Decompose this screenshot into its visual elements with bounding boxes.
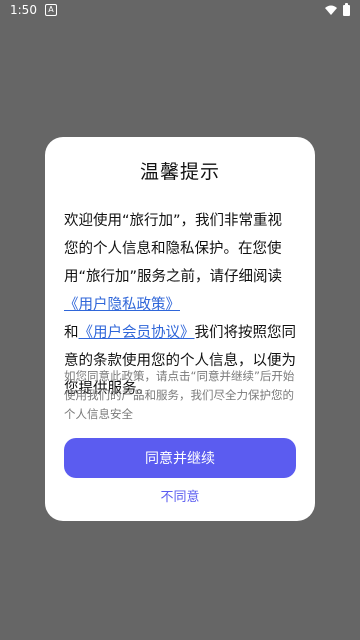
status-bar: 1:50 A (0, 0, 360, 20)
status-badge-a: A (44, 4, 57, 16)
consent-note: 如您同意此政策，请点击“同意并继续”后开始使用我们的产品和服务，我们尽全力保护您… (64, 369, 295, 421)
status-icons (325, 2, 350, 16)
member-agreement-link[interactable]: 《用户会员协议》 (79, 325, 195, 341)
body-text-and: 和 (64, 325, 79, 341)
battery-icon (343, 2, 350, 16)
agree-continue-button[interactable]: 同意并继续 (64, 438, 296, 478)
status-time: 1:50 (10, 3, 37, 17)
privacy-dialog: 温馨提示 欢迎使用“旅行加”，我们非常重视您的个人信息和隐私保护。在您使用“旅行… (45, 137, 315, 521)
wifi-icon (325, 5, 337, 15)
body-text-part1: 欢迎使用“旅行加”，我们非常重视您的个人信息和隐私保护。在您使用“旅行加”服务之… (64, 213, 283, 285)
dialog-title: 温馨提示 (139, 161, 220, 183)
disagree-button[interactable]: 不同意 (45, 486, 315, 506)
privacy-policy-link[interactable]: 《用户隐私政策》 (64, 297, 180, 313)
